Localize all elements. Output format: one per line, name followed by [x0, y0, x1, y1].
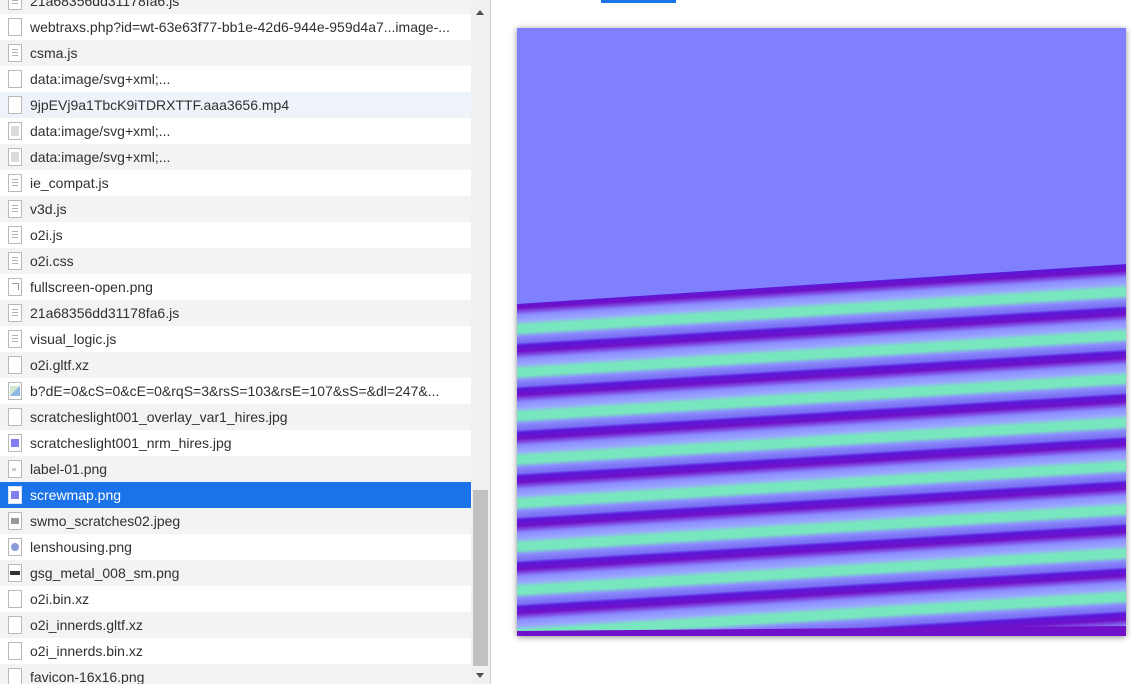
scrollbar-thumb[interactable] — [473, 490, 488, 666]
network-file-list-pane: 21a68356dd31178fa6.js webtraxs.php?id=wt-… — [0, 0, 471, 684]
normal-map-image-icon — [8, 486, 22, 504]
file-list-item[interactable]: gsg_metal_008_sm.png — [0, 560, 471, 586]
file-name: scratcheslight001_overlay_var1_hires.jpg — [30, 409, 288, 425]
file-list-item[interactable]: csma.js — [0, 40, 471, 66]
file-list-item[interactable]: data:image/svg+xml;... — [0, 144, 471, 170]
file-name: favicon-16x16.png — [30, 669, 145, 684]
file-list-item[interactable]: b?dE=0&cS=0&cE=0&rqS=3&rsS=103&rsE=107&s… — [0, 378, 471, 404]
active-tab-indicator — [601, 0, 676, 3]
file-name: csma.js — [30, 45, 78, 61]
file-name: screwmap.png — [30, 487, 122, 503]
file-list-item[interactable]: favicon-16x16.png — [0, 664, 471, 684]
script-file-icon — [8, 330, 22, 348]
file-list-item[interactable]: 21a68356dd31178fa6.js — [0, 300, 471, 326]
file-list-item[interactable]: o2i.gltf.xz — [0, 352, 471, 378]
file-list-item[interactable]: label-01.png — [0, 456, 471, 482]
file-list-item[interactable]: data:image/svg+xml;... — [0, 66, 471, 92]
file-name: data:image/svg+xml;... — [30, 149, 171, 165]
document-icon — [8, 356, 22, 374]
file-list-item[interactable]: o2i.bin.xz — [0, 586, 471, 612]
photo-image-icon — [8, 512, 22, 530]
fullscreen-image-icon — [8, 278, 22, 296]
script-file-icon — [8, 0, 22, 10]
file-name: lenshousing.png — [30, 539, 132, 555]
image-preview-pane — [491, 0, 1140, 684]
scroll-up-arrow-icon[interactable] — [476, 10, 484, 15]
file-list: 21a68356dd31178fa6.js webtraxs.php?id=wt-… — [0, 0, 471, 684]
file-list-item[interactable]: scratcheslight001_nrm_hires.jpg — [0, 430, 471, 456]
file-list-item[interactable]: lenshousing.png — [0, 534, 471, 560]
file-name: o2i.css — [30, 253, 74, 269]
file-list-item[interactable]: ie_compat.js — [0, 170, 471, 196]
normal-map-image-icon — [8, 434, 22, 452]
file-list-item[interactable]: o2i_innerds.bin.xz — [0, 638, 471, 664]
document-icon — [8, 616, 22, 634]
dark-image-icon — [8, 564, 22, 582]
file-name: swmo_scratches02.jpeg — [30, 513, 181, 529]
file-name: o2i.bin.xz — [30, 591, 90, 607]
script-file-icon — [8, 304, 22, 322]
image-preview — [517, 28, 1126, 636]
file-name: o2i_innerds.gltf.xz — [30, 617, 143, 633]
file-list-item[interactable]: 9jpEVj9a1TbcK9iTDRXTTF.aaa3656.mp4 — [0, 92, 471, 118]
file-list-item[interactable]: 21a68356dd31178fa6.js — [0, 0, 471, 14]
file-list-item[interactable]: o2i_innerds.gltf.xz — [0, 612, 471, 638]
file-list-item[interactable]: fullscreen-open.png — [0, 274, 471, 300]
file-name: 9jpEVj9a1TbcK9iTDRXTTF.aaa3656.mp4 — [30, 97, 290, 113]
file-name: o2i_innerds.bin.xz — [30, 643, 143, 659]
file-name: o2i.gltf.xz — [30, 357, 90, 373]
file-list-item[interactable]: v3d.js — [0, 196, 471, 222]
file-name: webtraxs.php?id=wt-63e63f77-bb1e-42d6-94… — [30, 19, 450, 35]
file-list-scrollbar[interactable] — [471, 0, 490, 684]
image-file-icon — [8, 148, 22, 166]
document-icon — [8, 70, 22, 88]
script-file-icon — [8, 226, 22, 244]
file-list-item[interactable]: scratcheslight001_overlay_var1_hires.jpg — [0, 404, 471, 430]
file-list-item[interactable]: data:image/svg+xml;... — [0, 118, 471, 144]
document-icon — [8, 590, 22, 608]
broken-image-icon — [8, 382, 22, 400]
file-name: o2i.js — [30, 227, 63, 243]
document-icon — [8, 96, 22, 114]
file-name: label-01.png — [30, 461, 108, 477]
file-list-item[interactable]: swmo_scratches02.jpeg — [0, 508, 471, 534]
file-name: v3d.js — [30, 201, 67, 217]
file-name: ie_compat.js — [30, 175, 109, 191]
file-list-item[interactable]: o2i.js — [0, 222, 471, 248]
script-file-icon — [8, 44, 22, 62]
lens-image-icon — [8, 538, 22, 556]
file-name: 21a68356dd31178fa6.js — [30, 305, 180, 321]
document-icon — [8, 668, 22, 684]
screwmap-normal-map-image — [517, 28, 1126, 636]
document-icon — [8, 18, 22, 36]
file-name: visual_logic.js — [30, 331, 117, 347]
image-file-icon — [8, 122, 22, 140]
script-file-icon — [8, 252, 22, 270]
file-list-item[interactable]: visual_logic.js — [0, 326, 471, 352]
script-file-icon — [8, 174, 22, 192]
script-file-icon — [8, 200, 22, 218]
file-name: data:image/svg+xml;... — [30, 123, 171, 139]
file-list-item[interactable]: o2i.css — [0, 248, 471, 274]
file-list-item[interactable]: webtraxs.php?id=wt-63e63f77-bb1e-42d6-94… — [0, 14, 471, 40]
file-list-item[interactable]: screwmap.png — [0, 482, 471, 508]
label-image-icon — [8, 460, 22, 478]
file-name: 21a68356dd31178fa6.js — [30, 0, 180, 9]
document-icon — [8, 642, 22, 660]
file-name: b?dE=0&cS=0&cE=0&rqS=3&rsS=103&rsE=107&s… — [30, 383, 440, 399]
scroll-down-arrow-icon[interactable] — [476, 673, 484, 678]
file-name: gsg_metal_008_sm.png — [30, 565, 180, 581]
file-name: fullscreen-open.png — [30, 279, 153, 295]
document-icon — [8, 408, 22, 426]
file-name: data:image/svg+xml;... — [30, 71, 171, 87]
file-name: scratcheslight001_nrm_hires.jpg — [30, 435, 232, 451]
